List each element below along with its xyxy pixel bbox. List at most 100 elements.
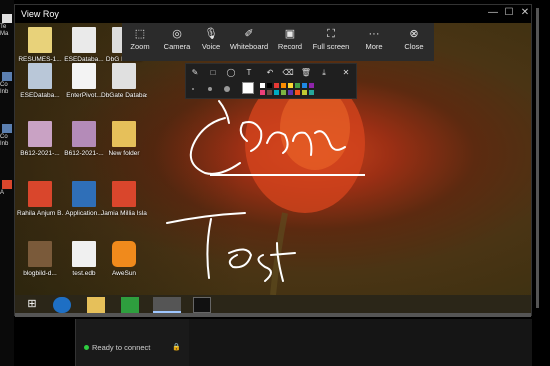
file-icon (72, 27, 96, 53)
status-text: Ready to connect (92, 343, 151, 352)
color-swatch[interactable] (302, 83, 307, 88)
status-area (189, 319, 532, 366)
mail-icon (2, 124, 12, 133)
download-icon[interactable]: ⤓ (318, 67, 330, 79)
color-swatch[interactable] (302, 90, 307, 95)
close-window-icon[interactable]: ✕ (517, 7, 533, 18)
more-icon: ··· (368, 28, 380, 40)
awesun-icon (112, 241, 136, 267)
zoom-button[interactable]: ⬚ Zoom (122, 23, 158, 61)
palette-close-icon[interactable]: ✕ (340, 67, 352, 79)
image-icon (28, 121, 52, 147)
color-swatch[interactable] (281, 83, 286, 88)
screen: Te Ma Co Inb Co Inb A View Roy — ☐ ✕ RES… (0, 0, 550, 366)
brush-size-medium[interactable] (208, 87, 212, 91)
image-icon (72, 121, 96, 147)
color-swatch[interactable] (288, 83, 293, 88)
desktop-icon[interactable]: AweSun (101, 241, 147, 277)
minimize-icon[interactable]: — (485, 7, 501, 18)
windows-start-icon[interactable]: ⊞ (23, 297, 41, 313)
horizontal-scrollbar[interactable] (15, 313, 531, 317)
desktop-icon-label: AweSun (111, 270, 137, 277)
vertical-scrollbar[interactable] (536, 8, 539, 308)
undo-icon[interactable]: ↶ (264, 67, 276, 79)
title-bar: View Roy — ☐ ✕ (15, 5, 531, 23)
image-icon (28, 241, 52, 267)
brush-size-small[interactable] (192, 88, 194, 90)
color-swatch[interactable] (295, 83, 300, 88)
host-desktop-strip: Te Ma Co Inb Co Inb A (0, 0, 14, 366)
host-desktop-icon[interactable]: Te Ma (0, 14, 14, 38)
pdf-icon (112, 181, 136, 207)
annotation-palette: ✎ □ ◯ T ↶ ⌫ 🗑 ⤓ ✕ (185, 63, 357, 99)
host-icon-label: A (0, 190, 5, 196)
desktop-icon[interactable]: RESUMES-1... (17, 27, 63, 63)
color-swatch[interactable] (267, 90, 272, 95)
eraser-icon[interactable]: ⌫ (282, 67, 294, 79)
color-swatch[interactable] (281, 90, 286, 95)
color-swatch[interactable] (288, 90, 293, 95)
color-swatch[interactable] (274, 90, 279, 95)
microphone-icon: 🎙 (204, 28, 218, 40)
desktop-icon[interactable]: Jamia Millia Islamia.pdf (101, 181, 147, 217)
desktop-icon[interactable]: DbGate Database ... (101, 63, 147, 99)
rectangle-tool-icon[interactable]: □ (207, 67, 219, 79)
remote-view-window: View Roy — ☐ ✕ RESUMES-1... ESEDataba...… (14, 4, 532, 317)
desktop-icon-label: Jamia Millia Islamia.pdf (101, 210, 147, 217)
file-explorer-icon[interactable] (87, 297, 105, 313)
desktop-icon[interactable]: ESEDataba... (17, 63, 63, 99)
host-desktop-icon[interactable]: A (0, 180, 14, 197)
record-button[interactable]: ▣ Record (272, 23, 308, 61)
session-toolbar: ⬚ Zoom ◎ Camera 🎙 Voice ✐ Whiteboard ▣ R… (122, 23, 434, 61)
fullscreen-icon: ⛶ (327, 28, 335, 40)
remote-desktop[interactable]: RESUMES-1... ESEDataba... DbG Databa ESE… (15, 23, 531, 295)
document-icon (28, 27, 52, 53)
host-desktop-icon[interactable]: Co Inb (0, 72, 14, 96)
color-swatch[interactable] (274, 83, 279, 88)
brush-size-large[interactable] (224, 86, 230, 92)
close-label: Close (404, 42, 424, 51)
color-swatch[interactable] (309, 90, 314, 95)
desktop-icon-label: RESUMES-1... (18, 56, 62, 63)
desktop-icon[interactable]: New folder (101, 121, 147, 157)
selected-color-swatch[interactable] (242, 82, 254, 94)
host-desktop-icon[interactable]: Co Inb (0, 124, 14, 148)
zoom-label: Zoom (130, 42, 150, 51)
desktop-icon[interactable]: blogbild-d... (17, 241, 63, 277)
pen-tool-icon[interactable]: ✎ (189, 67, 201, 79)
desktop-icon[interactable]: Rahila Anjum B.Ed. (N) fir... (17, 181, 63, 217)
voice-button[interactable]: 🎙 Voice (196, 23, 226, 61)
close-button[interactable]: ⊗ Close (394, 23, 434, 61)
voice-label: Voice (201, 42, 221, 51)
camera-icon: ◎ (172, 28, 182, 40)
color-swatch[interactable] (295, 90, 300, 95)
record-icon: ▣ (284, 28, 296, 40)
database-icon (28, 63, 52, 89)
desktop-icon-label: New folder (108, 150, 140, 157)
color-swatch[interactable] (260, 90, 265, 95)
remote-taskbar: ⊞ (15, 295, 531, 315)
desktop-icon[interactable]: B612-2021-... (17, 121, 63, 157)
more-button[interactable]: ··· More (354, 23, 394, 61)
terminal-icon[interactable] (193, 297, 211, 313)
store-icon[interactable] (121, 297, 139, 313)
camera-label: Camera (163, 42, 191, 51)
color-swatch[interactable] (309, 83, 314, 88)
fullscreen-button[interactable]: ⛶ Full screen (308, 23, 354, 61)
maximize-icon[interactable]: ☐ (501, 7, 517, 18)
color-swatch[interactable] (260, 83, 265, 88)
color-swatch[interactable] (267, 83, 272, 88)
connection-status-panel: Ready to connect 🔒 (75, 319, 189, 366)
chrome-icon[interactable] (153, 297, 181, 313)
camera-button[interactable]: ◎ Camera (158, 23, 196, 61)
trash-icon[interactable]: 🗑 (300, 67, 312, 79)
whiteboard-button[interactable]: ✐ Whiteboard (226, 23, 272, 61)
database-icon (112, 63, 136, 89)
pdf-icon (2, 180, 12, 189)
text-tool-icon[interactable]: T (243, 67, 255, 79)
internet-explorer-icon[interactable] (53, 297, 71, 313)
pdf-icon (28, 181, 52, 207)
host-icon-label: Te Ma (0, 24, 9, 37)
lock-icon[interactable]: 🔒 (172, 343, 181, 351)
ellipse-tool-icon[interactable]: ◯ (225, 67, 237, 79)
